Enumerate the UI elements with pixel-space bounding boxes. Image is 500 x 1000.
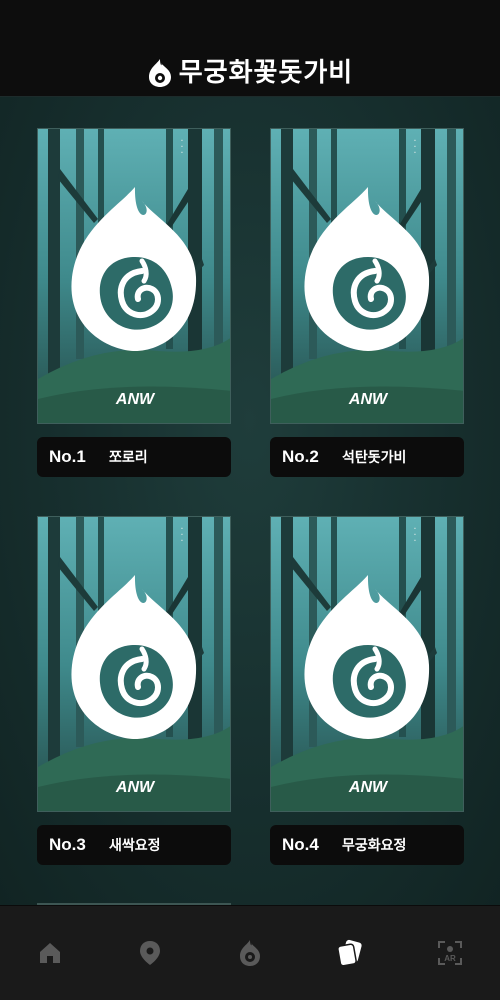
card-number: No.3	[49, 835, 86, 854]
card-label: No.4 무궁화요정	[270, 825, 464, 865]
nav-home[interactable]	[0, 906, 100, 1000]
fire-spirit-illustration	[271, 517, 464, 812]
card-label: No.1 쪼로리	[37, 437, 231, 477]
ar-camera-icon: AR	[437, 940, 463, 966]
more-vertical-icon[interactable]: · · ·	[413, 137, 417, 159]
cards-icon	[337, 939, 362, 967]
card-image[interactable]: · · · ANW	[37, 516, 231, 812]
card-name: 쪼로리	[109, 450, 148, 466]
more-vertical-icon[interactable]: · · ·	[180, 137, 184, 159]
card-item[interactable]: · · · ANW No.4 무궁화요정	[270, 516, 464, 865]
more-vertical-icon[interactable]: · · ·	[413, 525, 417, 547]
more-vertical-icon[interactable]: · · ·	[180, 525, 184, 547]
card-name: 새싹요정	[109, 838, 161, 854]
card-image[interactable]: · · · ANW	[270, 128, 464, 424]
nav-ar[interactable]: AR	[400, 906, 500, 1000]
card-item[interactable]: · · · ANW No.2 석탄돗가비	[270, 128, 464, 477]
flame-icon	[240, 940, 260, 966]
card-image[interactable]: · · · ANW	[270, 516, 464, 812]
app-header: 무궁화꽃돗가비	[0, 0, 500, 97]
fire-spirit-illustration	[38, 517, 231, 812]
fire-spirit-illustration	[38, 129, 231, 424]
home-icon	[40, 943, 60, 963]
fire-spirit-illustration	[271, 129, 464, 424]
card-item[interactable]: · · · ANW No.3 새싹요정	[37, 516, 231, 865]
card-label: No.2 석탄돗가비	[270, 437, 464, 477]
card-image[interactable]: · · · ANW	[37, 128, 231, 424]
app-title: 무궁화꽃돗가비	[178, 58, 354, 88]
card-name: 무궁화요정	[342, 838, 407, 854]
brand-logo: ANW	[115, 391, 155, 408]
header-brand: 무궁화꽃돗가비	[147, 56, 353, 90]
map-pin-icon	[140, 941, 160, 965]
brand-logo: ANW	[348, 779, 388, 796]
nav-map[interactable]	[100, 906, 200, 1000]
brand-logo: ANW	[348, 391, 388, 408]
nav-flame[interactable]	[200, 906, 300, 1000]
card-number: No.4	[282, 835, 319, 854]
next-card-peek	[37, 903, 231, 905]
card-item[interactable]: · · · ANW No.1 쪼로리	[37, 128, 231, 477]
bottom-nav: AR	[0, 906, 500, 1000]
card-label: No.3 새싹요정	[37, 825, 231, 865]
brand-logo: ANW	[115, 779, 155, 796]
flame-logo-icon	[147, 58, 173, 88]
card-number: No.1	[49, 447, 86, 466]
ar-label: AR	[444, 954, 456, 963]
card-grid: · · · ANW No.1 쪼로리 · · · ANW No.2 석탄돗가비 · · · …	[0, 97, 500, 905]
nav-cards[interactable]	[300, 906, 400, 1000]
card-number: No.2	[282, 447, 319, 466]
card-name: 석탄돗가비	[342, 450, 407, 466]
